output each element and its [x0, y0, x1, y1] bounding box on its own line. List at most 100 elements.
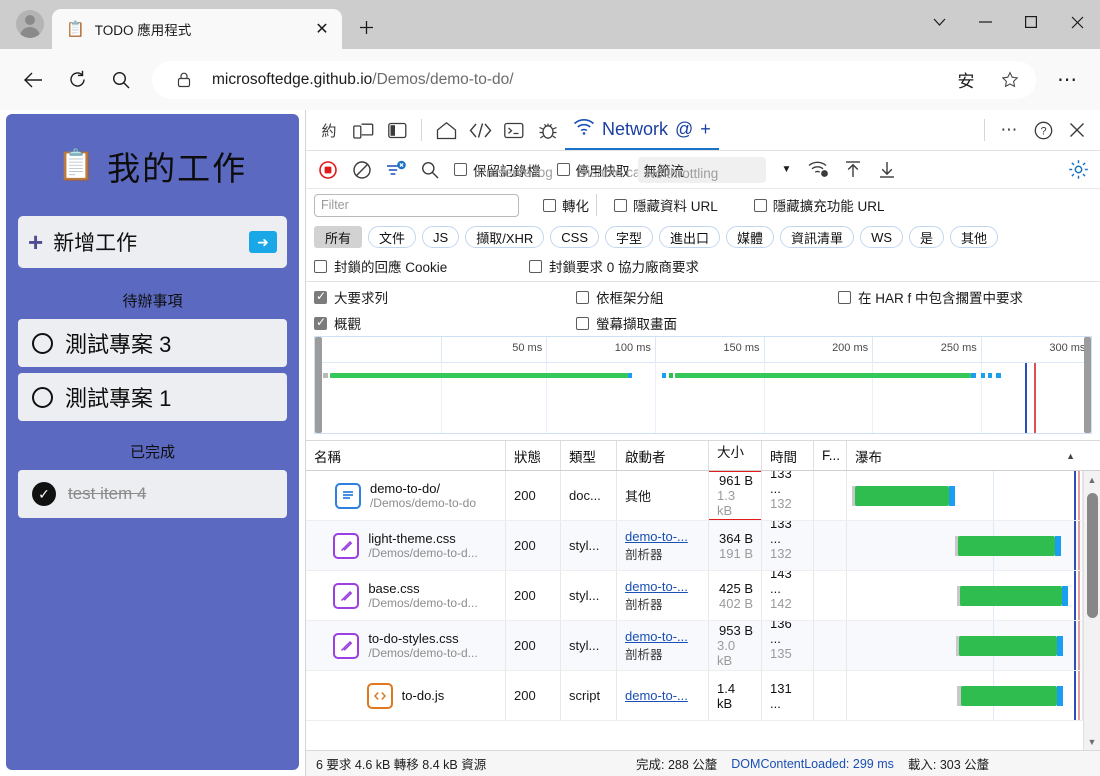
tab-search-icon[interactable]: [916, 0, 962, 44]
checkbox-box[interactable]: [543, 198, 556, 212]
filter-input[interactable]: Filter: [314, 193, 519, 217]
blocked-requests-checkbox[interactable]: 封鎖要求 0 協力廠商要求: [529, 256, 699, 276]
initiator-link[interactable]: demo-to-...: [625, 579, 700, 594]
import-har-icon[interactable]: [837, 155, 869, 185]
capture-screenshots-checkbox[interactable]: 螢幕擷取畫面: [576, 313, 677, 333]
column-header-name[interactable]: 名稱: [306, 441, 506, 470]
invert-checkbox[interactable]: 轉化: [543, 195, 589, 215]
gear-icon[interactable]: [1062, 155, 1094, 185]
pill-ws[interactable]: WS: [860, 226, 904, 248]
cell-name[interactable]: to-do-styles.css /Demos/demo-to-d...: [306, 621, 506, 670]
checkbox-empty-icon[interactable]: [32, 332, 53, 354]
table-row[interactable]: light-theme.css /Demos/demo-to-d... 200 …: [306, 521, 1083, 571]
sort-ascending-icon[interactable]: ▲: [1066, 451, 1075, 461]
chevron-down-icon[interactable]: ▼: [782, 164, 792, 175]
debugger-bug-icon[interactable]: [531, 113, 565, 147]
help-icon[interactable]: ?: [1026, 113, 1060, 147]
column-header-status[interactable]: 狀態: [506, 441, 561, 470]
dock-side-icon[interactable]: [380, 113, 414, 147]
browser-tab[interactable]: 📋 TODO 應用程式 ✕: [52, 9, 342, 49]
add-task-input[interactable]: 新增工作: [53, 227, 239, 257]
pill-js[interactable]: JS: [422, 226, 460, 248]
initiator-link[interactable]: demo-to-...: [625, 688, 700, 703]
devtools-more-icon[interactable]: ⋯: [992, 113, 1026, 147]
tab-network[interactable]: Network @ +: [565, 110, 719, 150]
search-icon[interactable]: [102, 61, 140, 99]
pill-font[interactable]: 字型: [605, 226, 654, 248]
checkbox-checked-icon[interactable]: ✓: [32, 482, 56, 506]
clear-icon[interactable]: [346, 155, 378, 185]
scroll-down-icon[interactable]: ▼: [1084, 733, 1100, 750]
table-row[interactable]: demo-to-do/ /Demos/demo-to-do 200 doc...…: [306, 471, 1083, 521]
include-pending-har-checkbox[interactable]: 在 HAR f 中包含擱置中要求: [838, 287, 1023, 307]
checkbox-box[interactable]: [576, 290, 589, 304]
cell-initiator[interactable]: demo-to-...: [617, 671, 709, 720]
add-tab-plus-icon[interactable]: +: [700, 119, 711, 140]
export-har-icon[interactable]: [871, 155, 903, 185]
column-header-time[interactable]: 時間: [762, 441, 814, 470]
close-icon[interactable]: ✕: [308, 15, 336, 43]
vertical-scrollbar[interactable]: ▲ ▼: [1083, 471, 1100, 750]
group-by-frame-checkbox[interactable]: 依框架分組: [576, 287, 838, 307]
preserve-log-checkbox[interactable]: 保留記錄檔 Preserve log: [454, 160, 553, 180]
record-stop-icon[interactable]: [312, 155, 344, 185]
checkbox-box[interactable]: [314, 289, 327, 304]
pill-all[interactable]: 所有: [314, 226, 363, 248]
pill-doc[interactable]: 文件: [368, 226, 417, 248]
filter-icon[interactable]: [380, 154, 412, 185]
table-row[interactable]: to-do.js 200 script demo-to-... 1.4 kB 1…: [306, 671, 1083, 721]
column-header-type[interactable]: 類型: [561, 441, 617, 470]
scroll-up-icon[interactable]: ▲: [1084, 471, 1100, 488]
cell-initiator[interactable]: demo-to-... 剖析器: [617, 621, 709, 670]
hide-data-urls-checkbox[interactable]: 隱藏資料 URL: [614, 195, 718, 215]
list-item[interactable]: ✓ test item 4: [18, 470, 287, 518]
overview-handle-left[interactable]: [315, 337, 322, 433]
console-icon[interactable]: [497, 113, 531, 147]
list-item[interactable]: 測試專案 1: [18, 373, 287, 421]
cell-name[interactable]: base.css /Demos/demo-to-d...: [306, 571, 506, 620]
cell-initiator[interactable]: 其他: [617, 471, 709, 520]
column-header-f[interactable]: F...: [814, 441, 847, 470]
hide-extension-urls-checkbox[interactable]: 隱藏擴充功能 URL: [753, 195, 885, 215]
reload-icon[interactable]: [58, 61, 96, 99]
overview-handle-right[interactable]: [1084, 337, 1091, 433]
initiator-link[interactable]: demo-to-...: [625, 629, 700, 644]
pill-manifest[interactable]: 資訊清單: [780, 226, 855, 248]
new-tab-button[interactable]: [350, 11, 382, 43]
throttling-select[interactable]: 無節流 No throttling: [637, 156, 766, 183]
column-header-waterfall[interactable]: 瀑布: [855, 446, 882, 466]
maximize-icon[interactable]: [1008, 0, 1054, 44]
checkbox-box[interactable]: [314, 315, 327, 330]
overview-checkbox[interactable]: 概觀: [314, 313, 576, 333]
network-conditions-icon[interactable]: [803, 155, 835, 185]
device-toolbar-icon[interactable]: [346, 113, 380, 147]
column-header-size[interactable]: 大小: [709, 441, 762, 470]
checkbox-box[interactable]: [753, 198, 767, 212]
disable-cache-checkbox[interactable]: 停用快取 Disable cache: [556, 160, 662, 180]
cell-name[interactable]: demo-to-do/ /Demos/demo-to-do: [306, 471, 506, 520]
cell-name[interactable]: light-theme.css /Demos/demo-to-d...: [306, 521, 506, 570]
checkbox-box[interactable]: [314, 259, 327, 273]
home-icon[interactable]: [429, 113, 463, 147]
favorite-star-icon[interactable]: [994, 64, 1026, 96]
cell-initiator[interactable]: demo-to-... 剖析器: [617, 571, 709, 620]
ime-badge[interactable]: 安: [950, 64, 982, 96]
about-icon[interactable]: 約: [312, 113, 346, 147]
minimize-icon[interactable]: [962, 0, 1008, 44]
checkbox-box[interactable]: [576, 316, 589, 330]
pill-other[interactable]: 其他: [950, 226, 999, 248]
list-item[interactable]: 測試專案 3: [18, 319, 287, 367]
back-icon[interactable]: [14, 61, 52, 99]
browser-more-icon[interactable]: ⋯: [1048, 61, 1086, 99]
scrollbar-thumb[interactable]: [1087, 493, 1098, 618]
elements-icon[interactable]: [463, 113, 497, 147]
pill-img[interactable]: 進出口: [659, 226, 721, 248]
big-request-rows-checkbox[interactable]: 大要求列: [314, 287, 576, 307]
checkbox-box[interactable]: [614, 198, 627, 212]
table-row[interactable]: base.css /Demos/demo-to-d... 200 styl...…: [306, 571, 1083, 621]
search-icon[interactable]: [414, 155, 446, 185]
address-bar[interactable]: microsoftedge.github.io/Demos/demo-to-do…: [152, 60, 1036, 99]
add-task-row[interactable]: + 新增工作 ➜: [18, 216, 287, 268]
initiator-link[interactable]: demo-to-...: [625, 529, 700, 544]
column-header-initiator[interactable]: 啟動者: [617, 441, 709, 470]
